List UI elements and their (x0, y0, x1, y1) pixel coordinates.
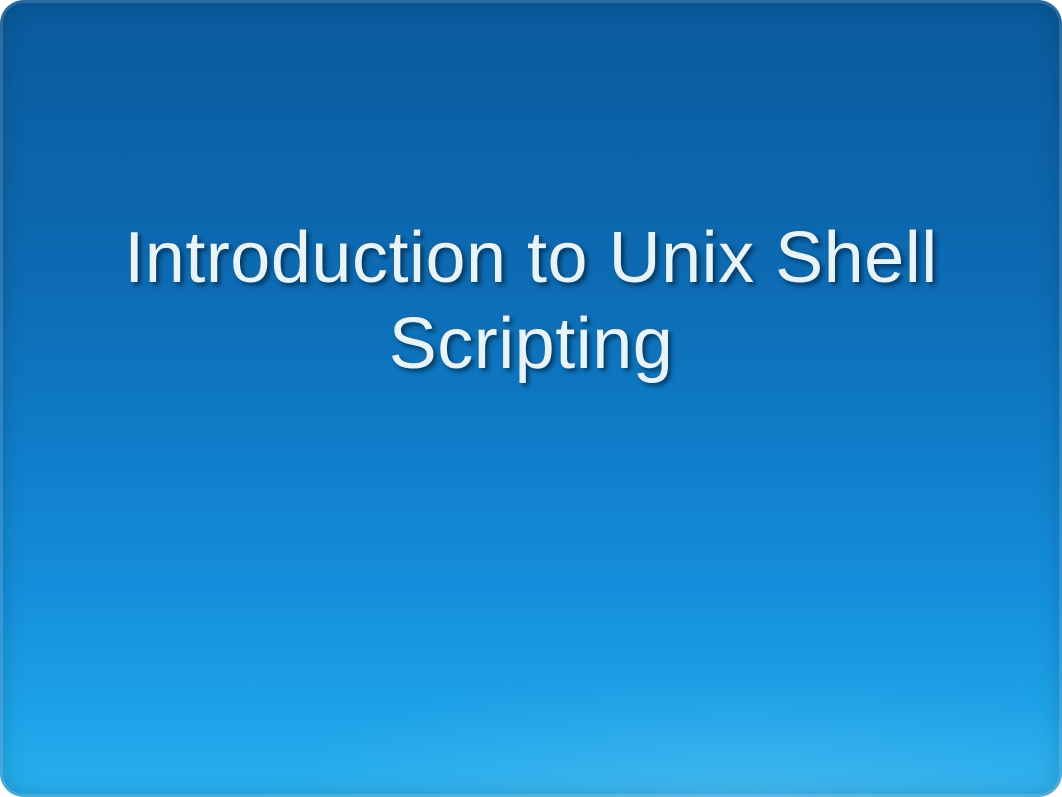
presentation-slide: Introduction to Unix Shell Scripting (0, 0, 1062, 797)
slide-title: Introduction to Unix Shell Scripting (81, 215, 981, 388)
